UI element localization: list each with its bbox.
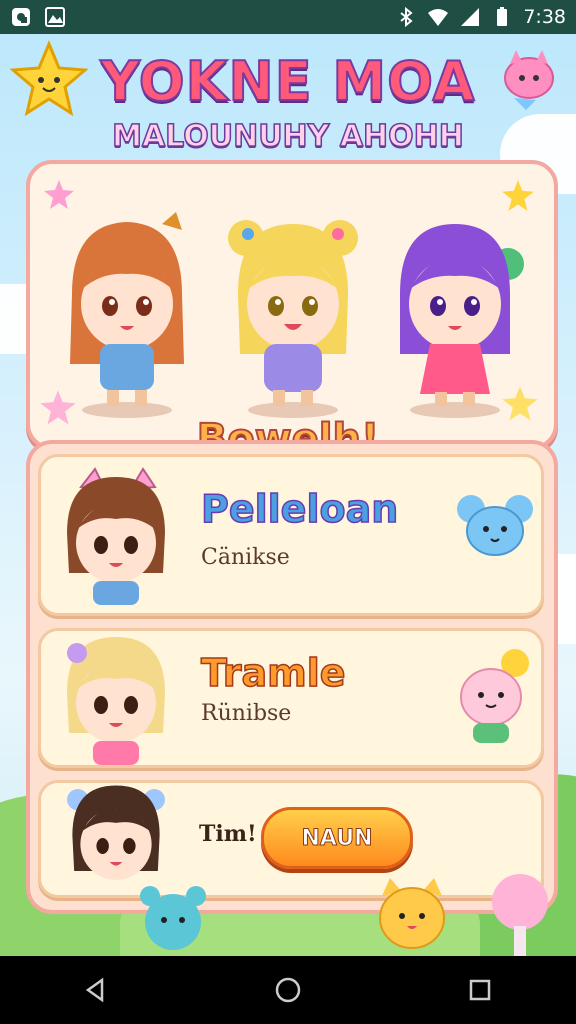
status-time: 7:38 xyxy=(523,6,566,28)
game-screen: YOKNE MOA MALOUNUHY AHOHH Bowelh! Pellel… xyxy=(0,34,576,956)
card-title: Pelleloan xyxy=(200,486,399,532)
avatar xyxy=(67,467,165,605)
pink-tree-icon xyxy=(492,874,548,956)
yellow-cat-mascot-icon xyxy=(379,878,445,949)
wifi-icon xyxy=(428,9,449,26)
game-title: YOKNE MOA xyxy=(100,49,476,114)
navigation-bar xyxy=(0,956,576,1024)
teal-mascot-icon xyxy=(140,886,206,950)
blue-mouse-mascot-icon xyxy=(457,495,533,556)
character-showcase xyxy=(26,160,558,450)
list-item[interactable]: Pelleloan Cänikse xyxy=(38,454,544,616)
home-icon xyxy=(275,977,301,1003)
gallery-icon xyxy=(45,7,65,27)
play-button[interactable]: NAUN xyxy=(261,807,413,869)
card-subtitle: Rünibse xyxy=(201,701,292,726)
avatar xyxy=(67,637,165,765)
yellow-star-icon xyxy=(502,180,534,211)
card-subtitle: Cänikse xyxy=(201,545,290,570)
pink-star-icon xyxy=(44,180,74,209)
pink-bunny-mascot-icon xyxy=(460,649,529,743)
character-list: Pelleloan Cänikse Tramle Rünibse Tim! NA… xyxy=(26,440,558,914)
list-item[interactable]: Tim! NAUN xyxy=(38,780,544,898)
recents-icon xyxy=(469,979,491,1001)
game-subtitle: MALOUNUHY AHOHH xyxy=(111,118,464,155)
back-icon xyxy=(85,977,104,1003)
notification-icon xyxy=(12,8,30,26)
bluetooth-icon xyxy=(400,6,413,28)
home-button[interactable] xyxy=(268,970,308,1010)
list-item[interactable]: Tramle Rünibse xyxy=(38,628,544,768)
recents-button[interactable] xyxy=(460,970,500,1010)
battery-icon xyxy=(497,7,508,26)
status-bar: 7:38 xyxy=(0,0,576,34)
character-blonde-hair[interactable] xyxy=(218,194,368,424)
back-button[interactable] xyxy=(76,970,116,1010)
signal-icon xyxy=(461,8,480,26)
card-label: Tim! xyxy=(199,821,257,847)
card-title: Tramle xyxy=(200,650,346,696)
